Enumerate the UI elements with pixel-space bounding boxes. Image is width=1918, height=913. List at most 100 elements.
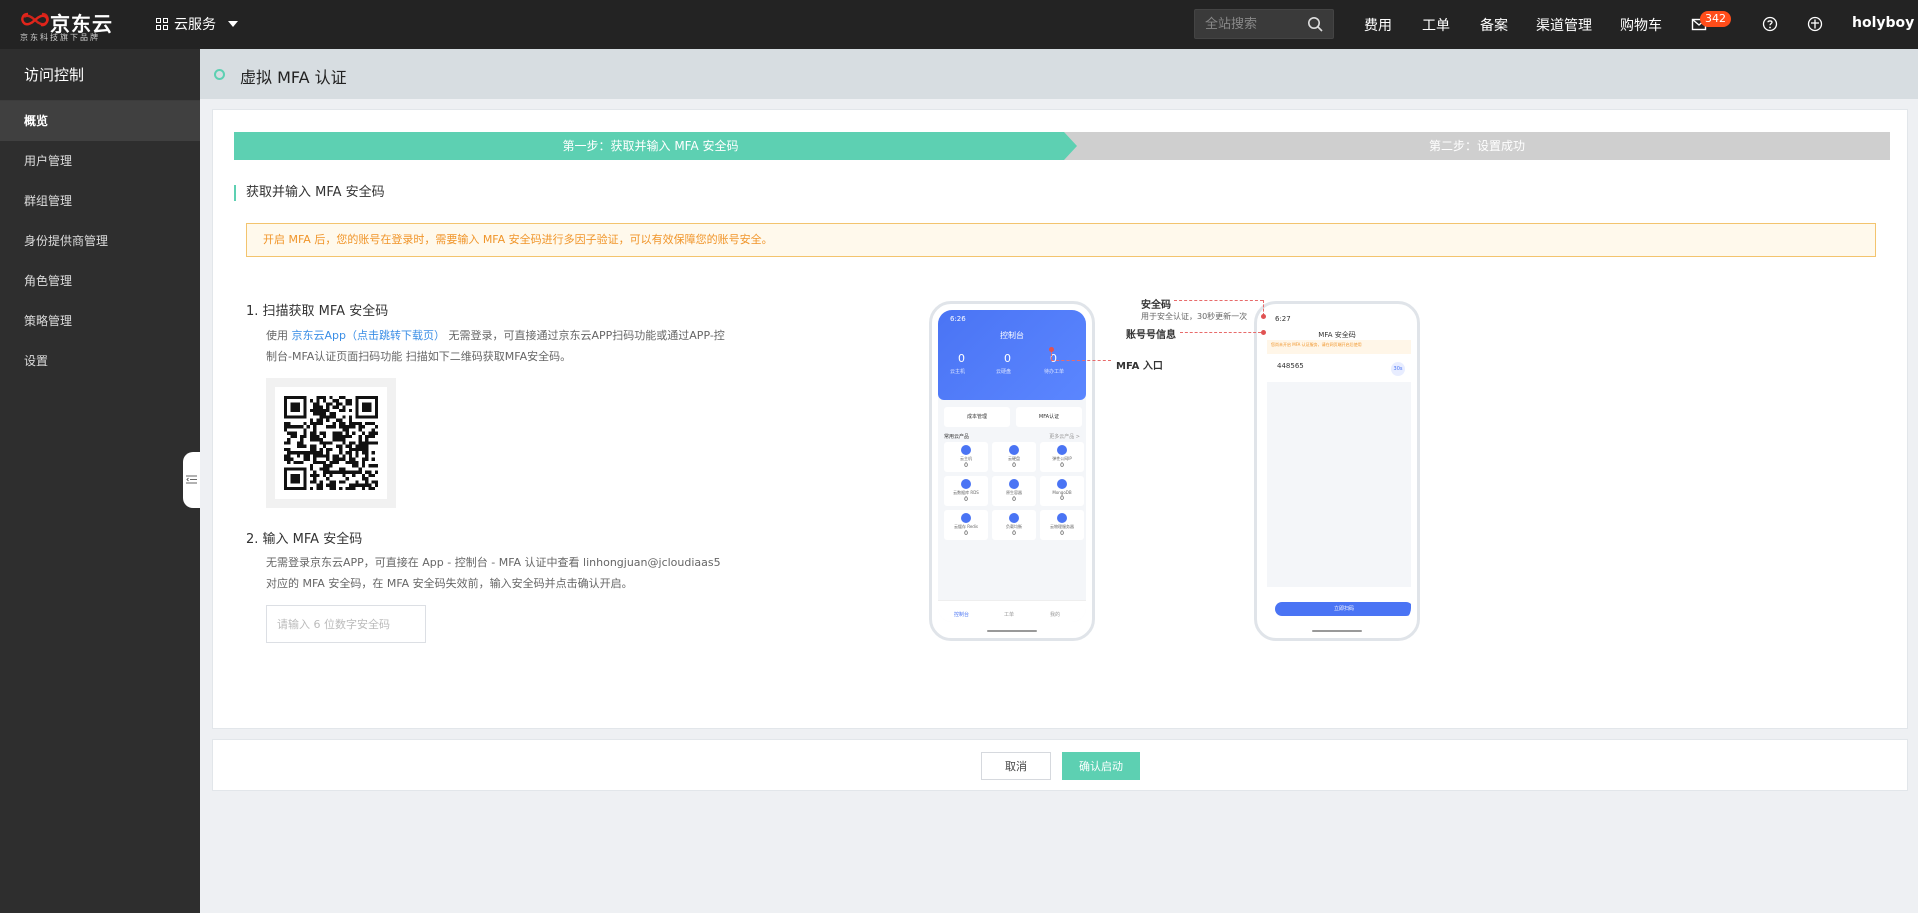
nav-tickets[interactable]: 工单 xyxy=(1422,15,1450,35)
nav-billing[interactable]: 费用 xyxy=(1364,15,1392,35)
product-count: 0 xyxy=(1012,496,1016,503)
product-count: 0 xyxy=(1012,462,1016,469)
phone1-tab: 我的 xyxy=(1050,612,1061,618)
phone1-product-tile: 云数据库 RDS 0 xyxy=(944,476,988,506)
page-title: 虚拟 MFA 认证 xyxy=(240,68,347,87)
jd-cloud-logo[interactable]: 京东云 京东科技旗下品牌 xyxy=(20,8,120,42)
collapse-icon xyxy=(186,475,197,484)
nav-cart[interactable]: 购物车 xyxy=(1620,15,1662,35)
search-input[interactable] xyxy=(1195,10,1305,38)
phone1-stat-label: 待办工单 xyxy=(1044,369,1065,375)
annotation-mfa-entry: MFA 入口 xyxy=(1116,361,1163,372)
sidebar-item-policies[interactable]: 策略管理 xyxy=(0,301,200,341)
logo-mark-icon xyxy=(21,12,49,27)
step-2-pending: 第二步：设置成功 xyxy=(1064,132,1890,160)
phone1-tabbar: 控制台 工单 我的 xyxy=(938,600,1086,622)
phone1-stat-value: 0 xyxy=(1004,352,1011,365)
product-icon xyxy=(1009,513,1019,523)
action-footer: 取消 确认启动 xyxy=(212,739,1908,791)
product-icon xyxy=(1009,445,1019,455)
phone1-product-tile: 云主机 0 xyxy=(944,442,988,472)
grid-icon xyxy=(156,18,168,30)
cloud-services-menu[interactable]: 云服务 xyxy=(156,14,238,34)
step-1-active: 第一步：获取并输入 MFA 安全码 xyxy=(234,132,1079,160)
sidebar-item-roles[interactable]: 角色管理 xyxy=(0,261,200,301)
product-icon xyxy=(1057,445,1067,455)
phone1-tab: 控制台 xyxy=(954,612,970,618)
phone2-code: 448565 xyxy=(1277,362,1304,370)
step-progress: 第一步：获取并输入 MFA 安全码 第二步：设置成功 xyxy=(234,132,1890,160)
mail-count-badge: 342 xyxy=(1700,11,1731,27)
search-icon[interactable] xyxy=(1307,16,1323,32)
product-icon xyxy=(961,479,971,489)
phone1-product-tile: 云硬盘 0 xyxy=(992,442,1036,472)
scan-desc-line2: 制台-MFA认证页面扫码功能 扫描如下二维码获取MFA安全码。 xyxy=(266,350,572,363)
sidebar-item-overview[interactable]: 概览 xyxy=(0,101,200,141)
enter-desc-line2: 对应的 MFA 安全码，在 MFA 安全码失效前，输入安全码并点击确认开启。 xyxy=(266,577,633,590)
top-navigation-bar: 京东云 京东科技旗下品牌 云服务 费用 工单 备案 渠道管理 购物车 342 h… xyxy=(0,0,1918,49)
phone1-shortcut-cost: 成本管理 xyxy=(944,407,1010,427)
download-app-link[interactable]: 京东云App（点击跳转下载页） xyxy=(292,329,446,342)
phone2-title: MFA 安全码 xyxy=(1318,331,1356,339)
scan-heading: 1. 扫描获取 MFA 安全码 xyxy=(246,304,389,319)
phone1-product-tile: 原生容器 0 xyxy=(992,476,1036,506)
sidebar-item-users[interactable]: 用户管理 xyxy=(0,141,200,181)
scan-desc-prefix: 使用 xyxy=(266,329,292,342)
phone1-stat-value: 0 xyxy=(958,352,965,365)
sidebar-item-identity-providers[interactable]: 身份提供商管理 xyxy=(0,221,200,261)
phone1-time: 6:26 xyxy=(950,315,966,323)
phone1-product-tile: 云缓存 Redis 0 xyxy=(944,510,988,540)
nav-filing[interactable]: 备案 xyxy=(1480,15,1508,35)
phone-mockup-mfa-code: 6:27 MFA 安全码 您尚未开启 MFA 认证服务，请在网页端开启后使用 4… xyxy=(1254,301,1420,641)
mfa-setup-card: 第一步：获取并输入 MFA 安全码 第二步：设置成功 获取并输入 MFA 安全码… xyxy=(212,109,1908,729)
sidebar-collapse-toggle[interactable] xyxy=(183,452,200,508)
phone1-product-tile: 负载均衡 0 xyxy=(992,510,1036,540)
phone1-shortcut-mfa: MFA认证 xyxy=(1016,407,1082,427)
cancel-button[interactable]: 取消 xyxy=(981,752,1051,780)
phone2-countdown: 30s xyxy=(1391,362,1405,376)
user-menu[interactable]: holyboy xyxy=(1852,15,1914,31)
qr-code-container xyxy=(266,378,396,508)
sidebar-item-settings[interactable]: 设置 xyxy=(0,341,200,381)
phone2-scan-button: 立即扫码 xyxy=(1275,602,1411,616)
global-search xyxy=(1194,9,1334,39)
annotation-account-info: 账号号信息 xyxy=(1126,330,1176,341)
mfa-warning-alert: 开启 MFA 后，您的账号在登录时，需要输入 MFA 安全码进行多因子验证，可以… xyxy=(246,223,1876,257)
page-header: 虚拟 MFA 认证 xyxy=(200,49,1918,99)
chevron-down-icon xyxy=(228,21,238,27)
phone1-stat-label: 云主机 xyxy=(950,369,966,375)
enter-desc-line1: 无需登录京东云APP，可直接在 App - 控制台 - MFA 认证中查看 li… xyxy=(266,556,721,569)
brand-tagline: 京东科技旗下品牌 xyxy=(20,33,100,42)
mfa-code-input[interactable] xyxy=(266,605,426,643)
scan-description: 使用 京东云App（点击跳转下载页） 无需登录，可直接通过京东云APP扫码功能或… xyxy=(266,325,766,367)
sidebar: 访问控制 概览 用户管理 群组管理 身份提供商管理 角色管理 策略管理 设置 xyxy=(0,49,200,913)
product-count: 0 xyxy=(964,496,968,503)
product-icon xyxy=(1057,513,1067,523)
product-count: 0 xyxy=(1060,462,1064,469)
phone1-stat-label: 云硬盘 xyxy=(996,369,1012,375)
enter-code-heading: 2. 输入 MFA 安全码 xyxy=(246,532,363,547)
status-dot-icon xyxy=(214,69,225,80)
phone2-time: 6:27 xyxy=(1275,315,1291,323)
phone1-product-tile: 弹性公网IP 0 xyxy=(1040,442,1084,472)
product-count: 0 xyxy=(964,530,968,537)
product-icon xyxy=(961,445,971,455)
phone1-title: 控制台 xyxy=(1000,331,1024,340)
confirm-enable-button[interactable]: 确认启动 xyxy=(1062,752,1140,780)
section-title: 获取并输入 MFA 安全码 xyxy=(234,185,385,201)
sidebar-item-groups[interactable]: 群组管理 xyxy=(0,181,200,221)
sidebar-title: 访问控制 xyxy=(0,49,200,101)
phone1-section-title: 常用云产品 xyxy=(944,434,970,440)
enter-code-description: 无需登录京东云APP，可直接在 App - 控制台 - MFA 认证中查看 li… xyxy=(266,552,786,594)
phone1-product-tile: 云物理服务器 0 xyxy=(1040,510,1084,540)
phone-mockup-console: 6:26 控制台 0 0 0 云主机 云硬盘 待办工单 成本管理 MFA认证 常… xyxy=(929,301,1095,641)
product-count: 0 xyxy=(1060,495,1064,502)
language-icon[interactable] xyxy=(1807,16,1823,32)
nav-channel-management[interactable]: 渠道管理 xyxy=(1536,15,1592,35)
phone1-tab: 工单 xyxy=(1004,612,1015,618)
help-icon[interactable] xyxy=(1762,16,1778,32)
mfa-qr-code-icon xyxy=(284,396,378,490)
product-icon xyxy=(961,513,971,523)
product-count: 0 xyxy=(1060,530,1064,537)
phone1-section-more: 更多云产品 > xyxy=(1049,434,1080,440)
